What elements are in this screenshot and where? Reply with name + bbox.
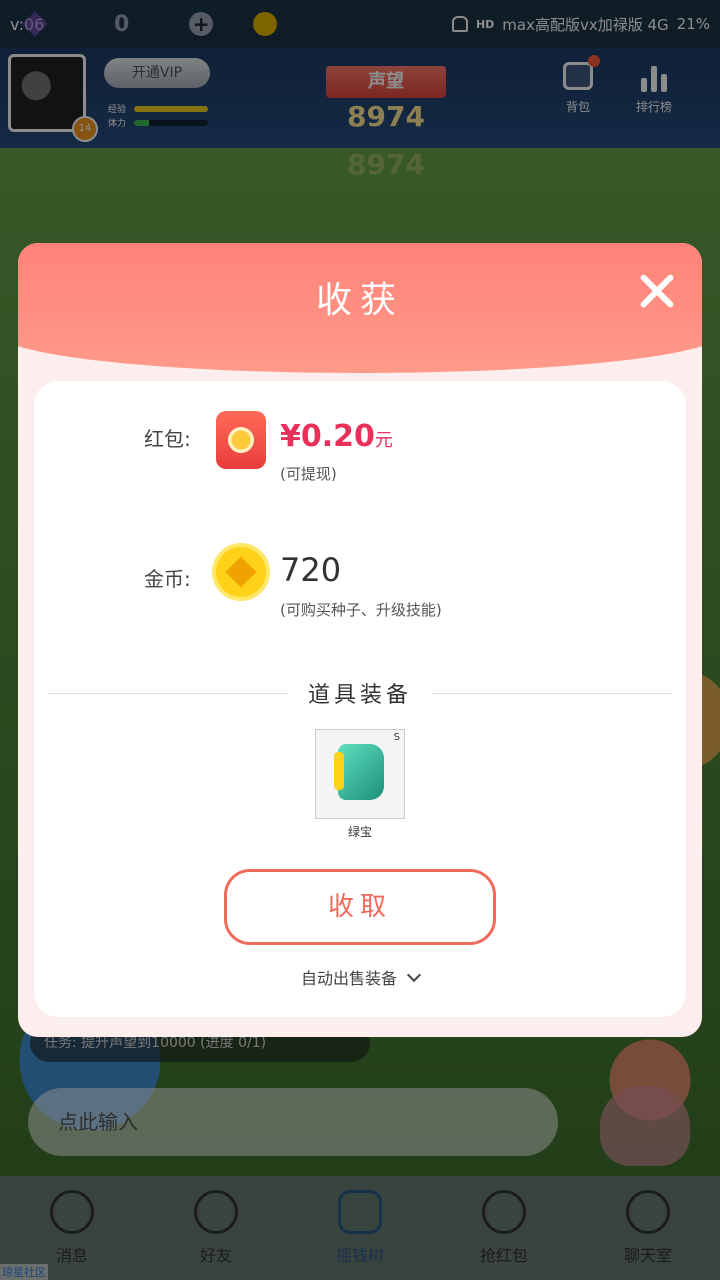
money-note: (可提现) — [280, 465, 337, 483]
harvest-modal: 收获 红包: ¥0.20元 (可提现) 金币: 720 (可购买种子、升级技能)… — [18, 243, 702, 1037]
item-slot[interactable]: S — [315, 729, 405, 819]
item-name: 绿宝 — [347, 825, 372, 839]
modal-title: 收获 — [315, 280, 404, 321]
auto-sell-label: 自动出售装备 — [300, 969, 397, 988]
section-title: 道具装备 — [307, 683, 412, 708]
collect-button[interactable]: 收取 — [224, 869, 496, 945]
red-packet-label: 红包: — [144, 427, 191, 451]
money-unit: 元 — [374, 430, 393, 451]
money-amount: ¥0.20 — [280, 419, 375, 454]
money-value: ¥0.20元 — [280, 419, 393, 454]
auto-sell-toggle[interactable]: 自动出售装备 — [34, 965, 686, 989]
reward-card: 红包: ¥0.20元 (可提现) 金币: 720 (可购买种子、升级技能) 道具… — [34, 381, 686, 1017]
coin-note: (可购买种子、升级技能) — [280, 601, 442, 619]
gem-item-icon — [334, 744, 384, 800]
coin-label: 金币: — [144, 567, 191, 591]
chevron-down-icon — [406, 967, 422, 983]
close-icon[interactable] — [636, 271, 676, 311]
red-packet-icon — [216, 411, 266, 469]
coin-value: 720 — [280, 551, 342, 589]
item-tag: S — [393, 732, 400, 743]
gold-coin-icon — [212, 543, 270, 601]
